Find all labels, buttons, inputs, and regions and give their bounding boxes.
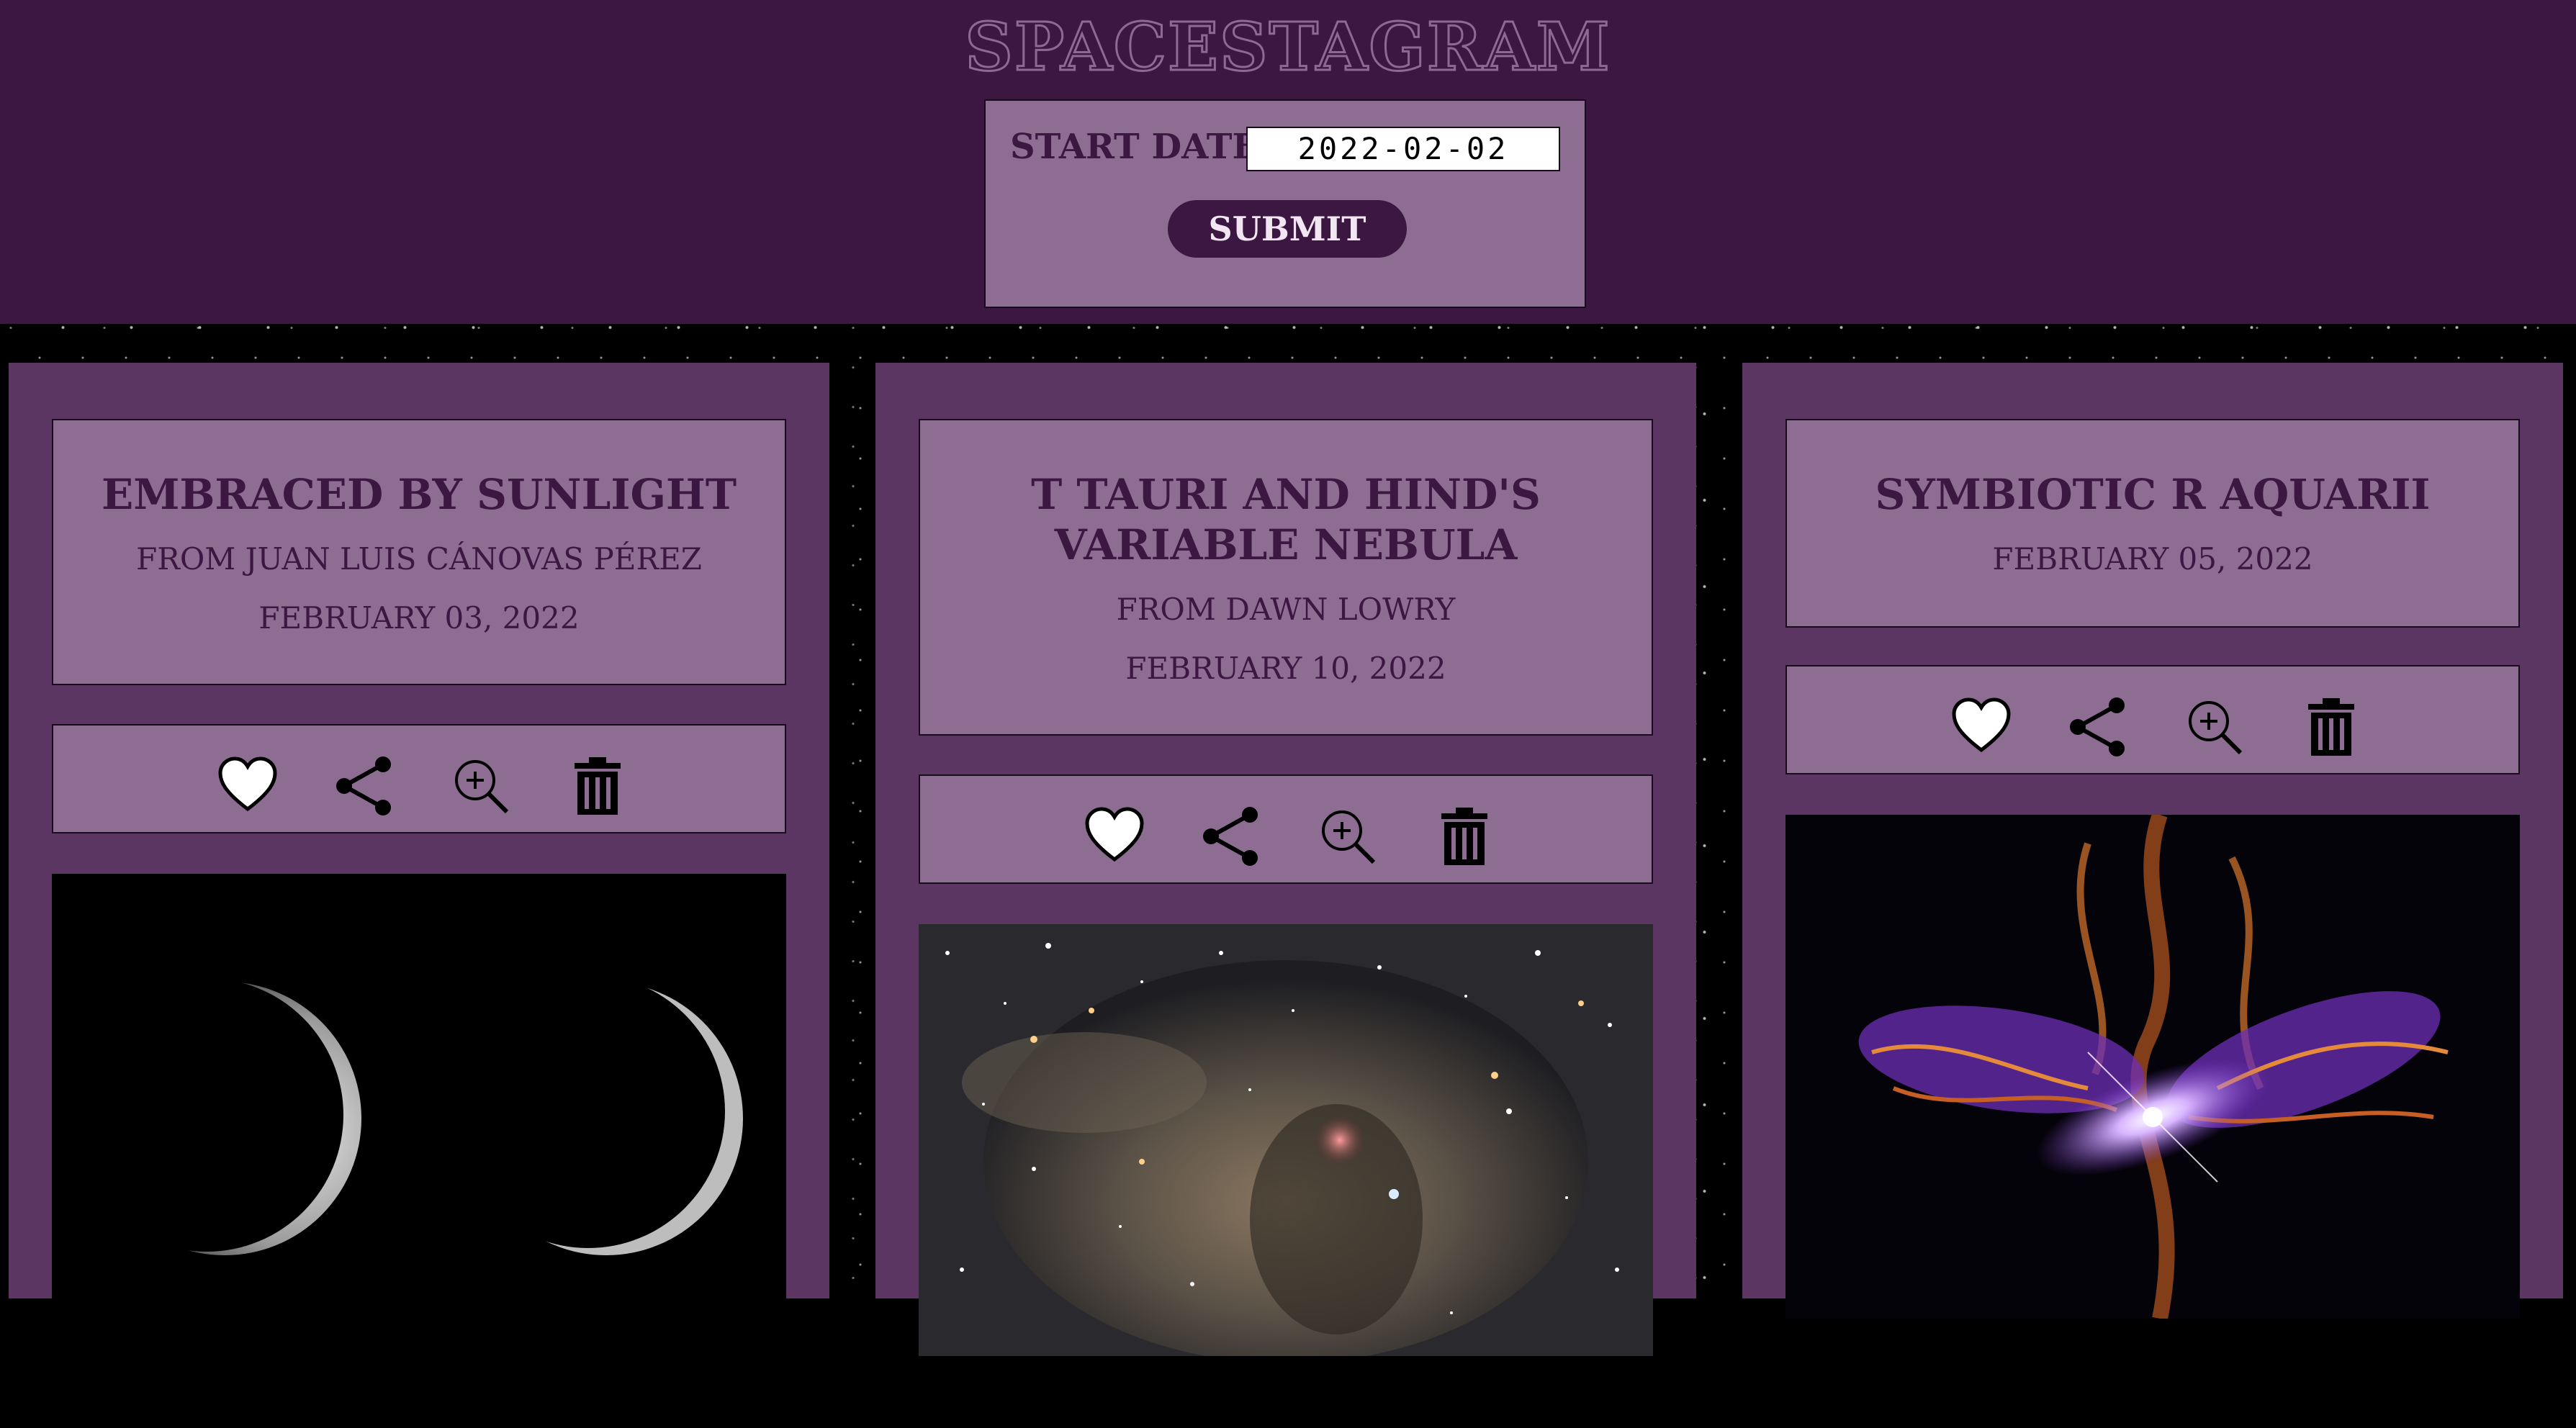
photo-card: EMBRACED BY SUNLIGHT FROM JUAN LUIS CÁNO… [9,363,829,1378]
site-header: SPACESTAGRAM START DATE 2022-02-02 SUBMI… [0,0,2576,324]
share-icon[interactable] [1201,806,1261,867]
photo-two-crescent-moons[interactable] [52,874,786,1378]
heart-icon[interactable] [217,756,278,816]
photo-card: SYMBIOTIC R AQUARII FEBRUARY 05, 2022 [1742,363,2563,1319]
card-date: FEBRUARY 05, 2022 [1992,541,2313,577]
start-date-input[interactable]: 2022-02-02 [1246,127,1560,171]
card-title: T TAURI AND HIND'S VARIABLE NEBULA [1031,470,1541,569]
share-icon[interactable] [2068,697,2128,757]
card-info: T TAURI AND HIND'S VARIABLE NEBULA FROM … [919,419,1653,736]
share-icon[interactable] [334,756,395,816]
heart-icon[interactable] [1084,806,1145,867]
card-info: EMBRACED BY SUNLIGHT FROM JUAN LUIS CÁNO… [52,419,786,685]
card-credit: FROM DAWN LOWRY [1116,592,1456,627]
trash-icon[interactable] [567,756,628,816]
site-title: SPACESTAGRAM [964,7,1611,87]
photo-nebula-starfield[interactable] [919,924,1653,1428]
submit-button[interactable]: SUBMIT [1168,200,1407,258]
card-actions [1785,665,2520,774]
zoom-in-icon[interactable] [2184,697,2245,757]
zoom-in-icon[interactable] [451,756,511,816]
card-date: FEBRUARY 10, 2022 [1125,651,1446,686]
trash-icon[interactable] [1434,806,1495,867]
date-form: START DATE 2022-02-02 SUBMIT [984,99,1586,308]
heart-icon[interactable] [1951,697,2012,757]
zoom-in-icon[interactable] [1318,806,1378,867]
card-actions [52,724,786,833]
card-actions [919,774,1653,884]
trash-icon[interactable] [2301,697,2361,757]
card-title: EMBRACED BY SUNLIGHT [102,470,737,519]
photo-card: T TAURI AND HIND'S VARIABLE NEBULA FROM … [875,363,1696,1363]
card-credit: FROM JUAN LUIS CÁNOVAS PÉREZ [136,541,702,577]
start-date-label: START DATE [1010,127,1259,167]
card-date: FEBRUARY 03, 2022 [258,600,580,636]
card-info: SYMBIOTIC R AQUARII FEBRUARY 05, 2022 [1785,419,2520,628]
photo-r-aquarii-nebula[interactable] [1785,815,2520,1319]
card-title: SYMBIOTIC R AQUARII [1875,470,2431,519]
